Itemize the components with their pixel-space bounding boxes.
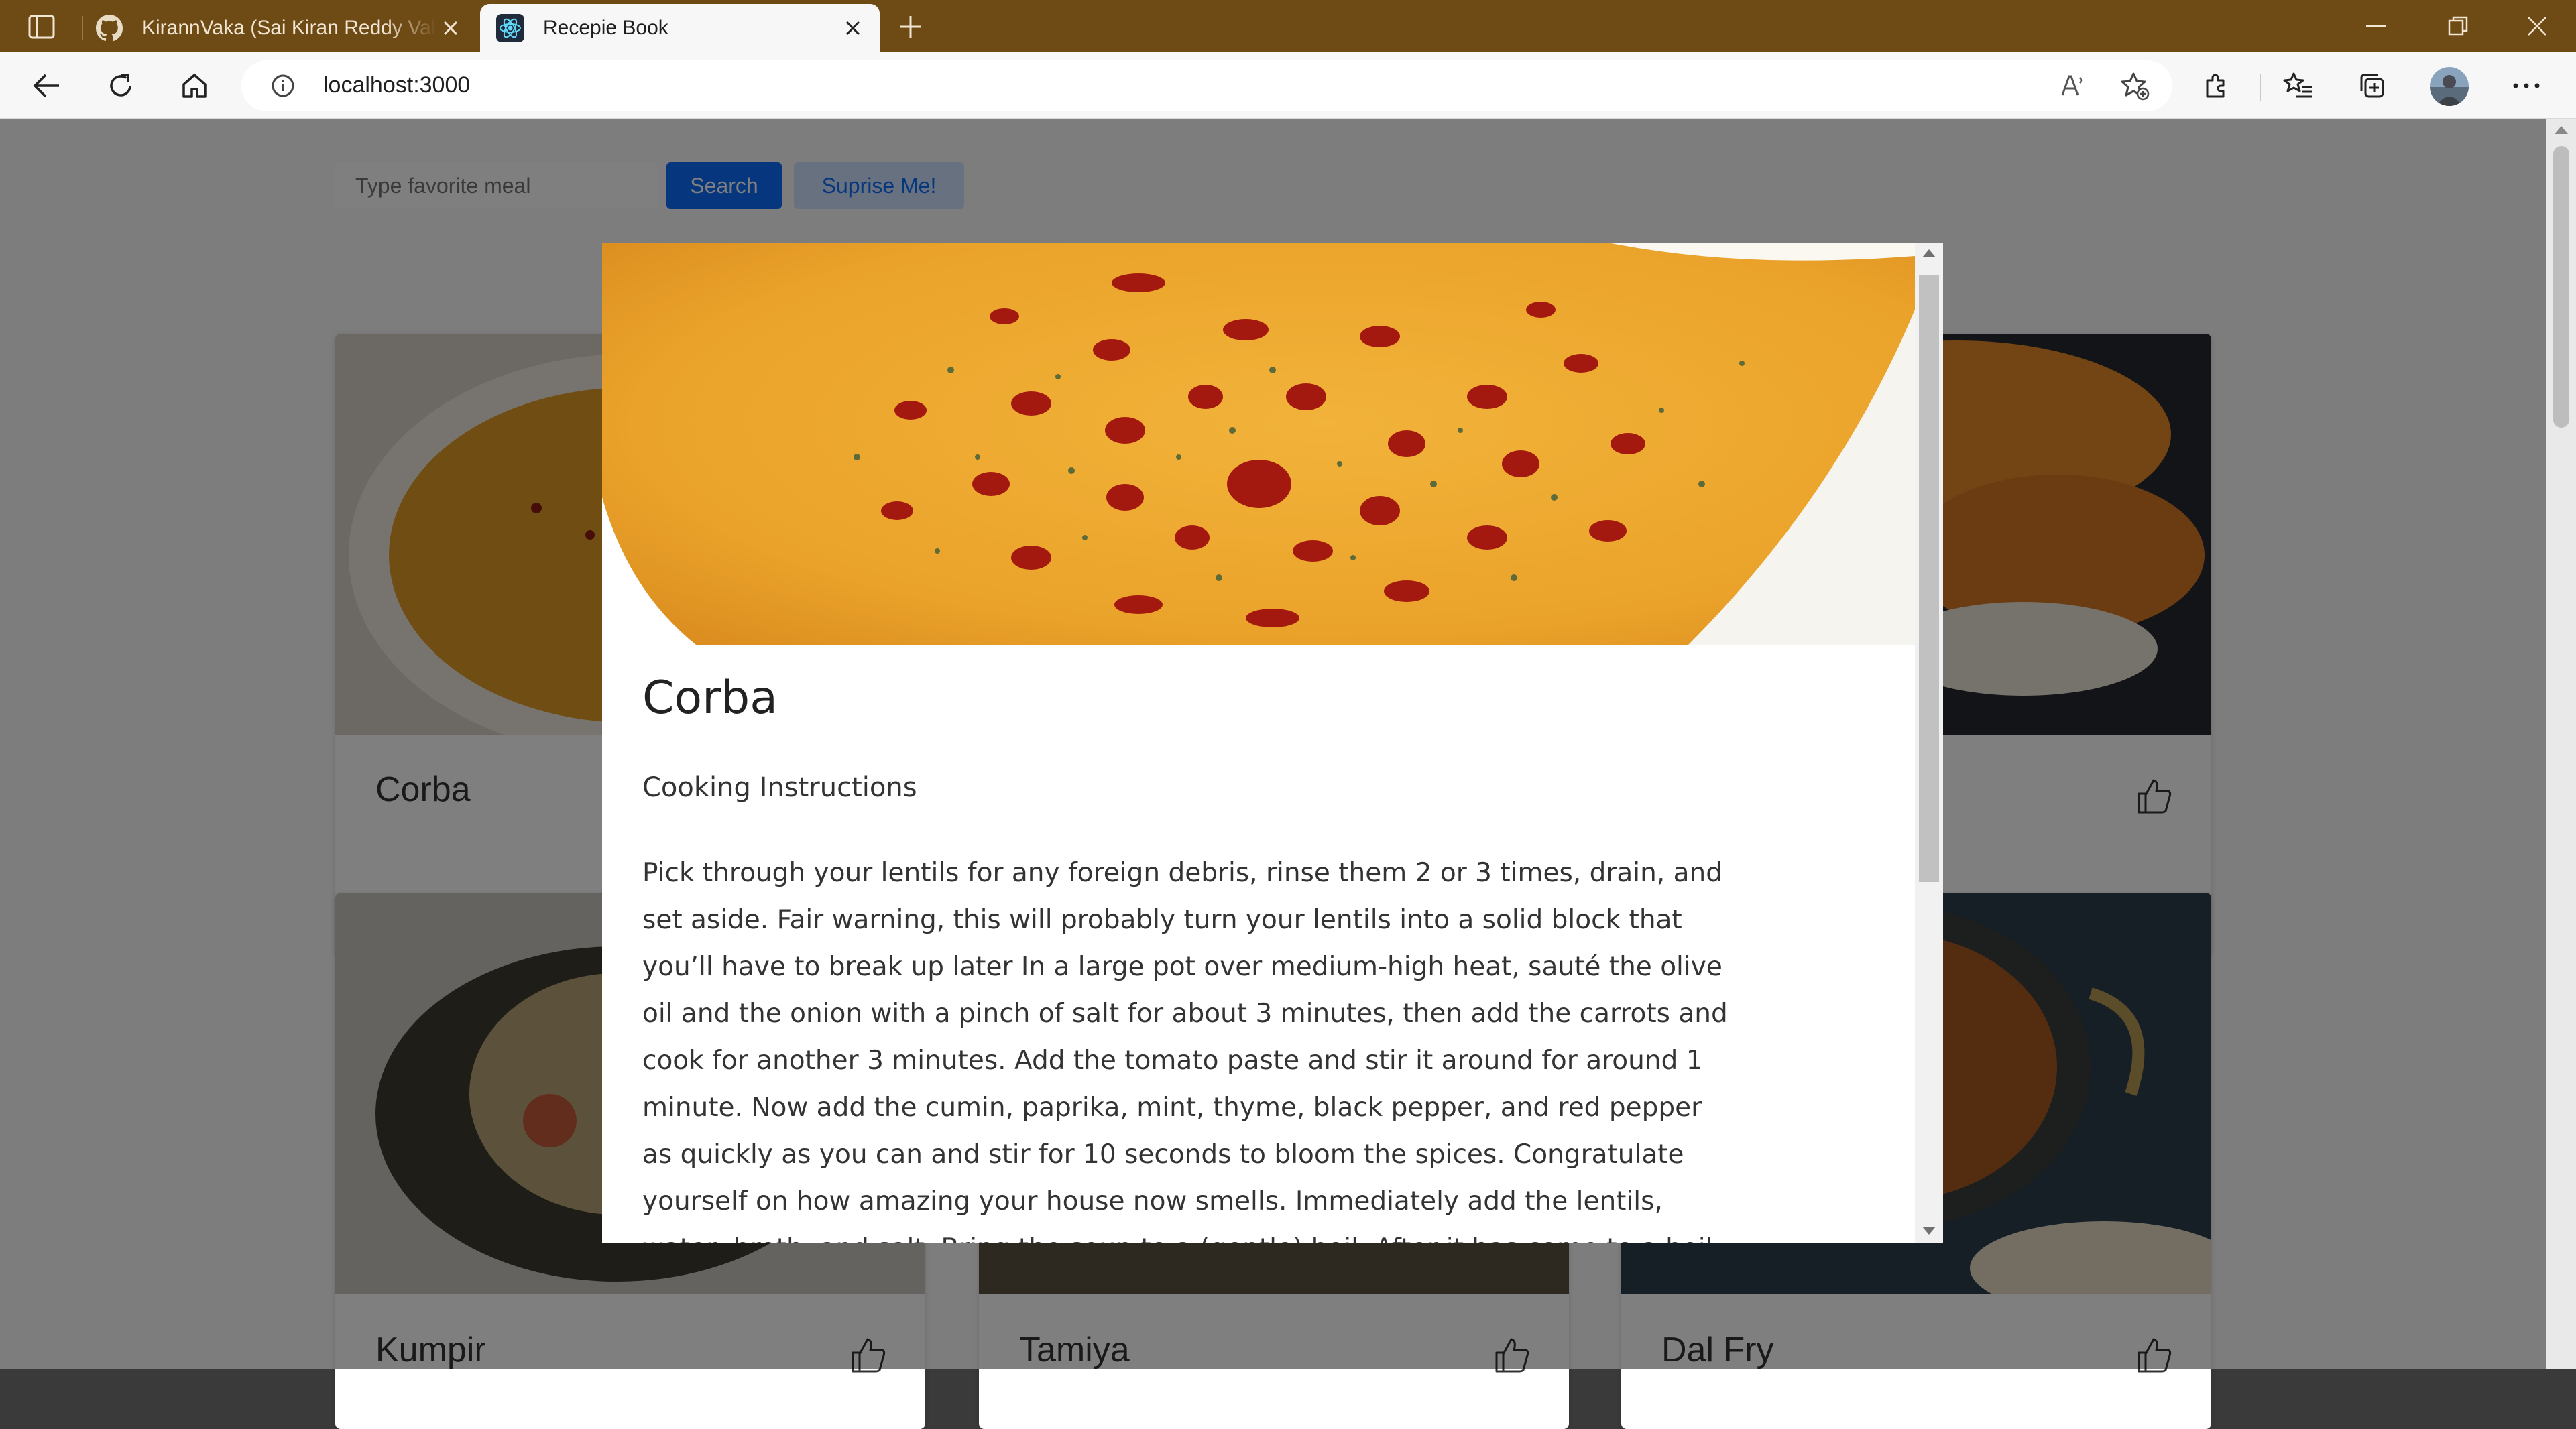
more-options-icon[interactable] (2501, 60, 2552, 111)
modal-scrollbar[interactable] (1915, 243, 1943, 1243)
close-window-icon[interactable] (2500, 0, 2575, 52)
tab-title: KirannVaka (Sai Kiran Reddy Vaka) (142, 17, 437, 39)
modal-scrollbar-thumb[interactable] (1919, 275, 1939, 882)
refresh-icon[interactable] (95, 60, 146, 111)
scroll-up-arrow-icon[interactable] (2555, 126, 2568, 134)
tab-recepie-book[interactable]: Recepie Book (480, 4, 880, 52)
tab-actions-icon[interactable] (20, 9, 63, 44)
extensions-icon[interactable] (2191, 60, 2242, 111)
restore-icon[interactable] (2420, 0, 2496, 52)
read-aloud-icon[interactable] (2057, 70, 2089, 102)
new-tab-button[interactable] (889, 9, 932, 44)
minimize-icon[interactable] (2339, 0, 2414, 52)
github-icon (95, 14, 123, 42)
scroll-down-arrow-icon[interactable] (1922, 1227, 1936, 1235)
collections-icon[interactable] (2347, 60, 2398, 111)
modal-recipe-image (602, 243, 1915, 645)
address-bar[interactable]: localhost:3000 (241, 60, 2172, 111)
add-favorite-icon[interactable] (2119, 70, 2151, 102)
home-icon[interactable] (169, 60, 220, 111)
cooking-instructions-text: Pick through your lentils for any foreig… (642, 858, 1728, 1243)
browser-tab-bar: KirannVaka (Sai Kiran Reddy Vaka) Recepi… (0, 0, 2576, 52)
browser-toolbar: localhost:3000 (0, 52, 2576, 119)
back-icon[interactable] (21, 60, 72, 111)
page-scrollbar[interactable] (2546, 119, 2576, 1369)
cooking-instructions-heading: Cooking Instructions (642, 772, 917, 803)
scroll-up-arrow-icon[interactable] (1922, 249, 1936, 257)
site-info-icon[interactable] (271, 74, 295, 98)
toolbar-divider (2260, 74, 2261, 101)
react-icon (496, 14, 524, 42)
favorites-icon[interactable] (2273, 60, 2324, 111)
modal-title: Corba (642, 672, 778, 725)
page-scrollbar-thumb[interactable] (2553, 146, 2569, 428)
profile-avatar[interactable] (2430, 67, 2469, 106)
recipe-modal: Corba Cooking Instructions Pick through … (602, 243, 1943, 1243)
close-tab-icon[interactable] (839, 15, 866, 42)
tab-github[interactable]: KirannVaka (Sai Kiran Reddy Vaka) (82, 4, 477, 52)
url-text: localhost:3000 (323, 72, 471, 98)
tab-title: Recepie Book (543, 17, 668, 39)
close-tab-icon[interactable] (437, 15, 464, 42)
